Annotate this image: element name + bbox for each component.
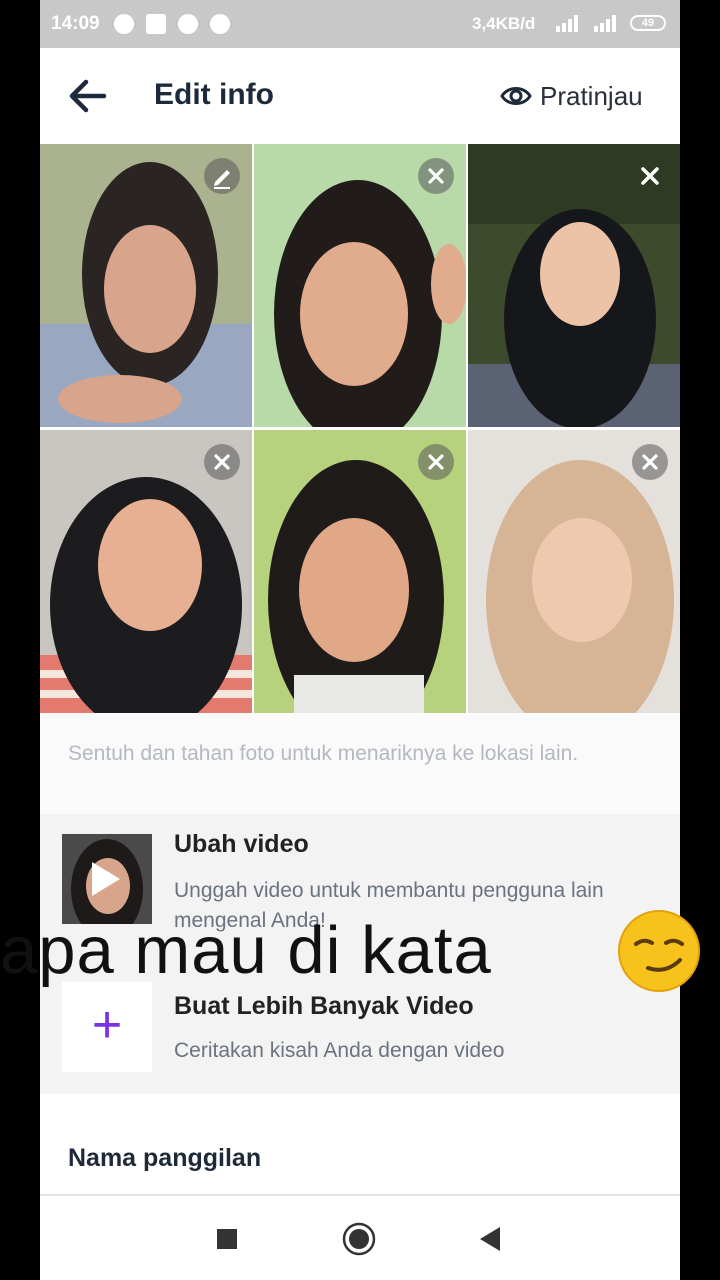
close-icon[interactable]: [204, 444, 240, 480]
eye-icon: [500, 87, 532, 105]
status-time: 14:09: [51, 13, 100, 34]
battery-icon: 49: [630, 15, 666, 31]
photo-tile[interactable]: [254, 144, 466, 427]
home-icon[interactable]: [342, 1222, 376, 1256]
photo-tile[interactable]: [254, 430, 466, 713]
overlay-caption: apa mau di kata: [0, 913, 492, 988]
back-nav-icon[interactable]: [478, 1226, 502, 1252]
video-thumbnail[interactable]: [62, 834, 152, 924]
preview-label: Pratinjau: [540, 80, 643, 111]
signal-icon: [556, 15, 578, 32]
smirking-face-emoji: [618, 910, 700, 992]
photo-tile[interactable]: [40, 144, 252, 427]
add-video-button[interactable]: +: [62, 982, 152, 1072]
more-videos-description: Ceritakan kisah Anda dengan video: [174, 1039, 505, 1062]
close-icon[interactable]: [632, 158, 668, 194]
page-title: Edit info: [154, 78, 274, 111]
chat-icon: [210, 14, 230, 34]
plus-icon: +: [91, 996, 123, 1054]
status-bar: 14:09 3,4KB/d 49: [40, 0, 680, 48]
upload-icon: [146, 14, 166, 34]
close-icon[interactable]: [418, 158, 454, 194]
nickname-label: Nama panggilan: [68, 1144, 262, 1172]
photo-tile[interactable]: [40, 430, 252, 713]
reorder-hint: Sentuh dan tahan foto untuk menariknya k…: [40, 714, 680, 814]
app-screen: 14:09 3,4KB/d 49 Edit info Pratinjau Sen…: [40, 0, 680, 1280]
preview-button[interactable]: Pratinjau: [500, 76, 643, 116]
network-speed: 3,4KB/d: [472, 14, 536, 33]
arrow-left-icon[interactable]: [66, 76, 108, 116]
edit-pencil-icon[interactable]: [204, 158, 240, 194]
photo-tile[interactable]: [468, 430, 680, 713]
photo-grid: [40, 144, 680, 714]
recents-icon[interactable]: [216, 1228, 238, 1250]
view-icon: [178, 14, 198, 34]
system-nav-bar: [40, 1196, 680, 1280]
nickname-row[interactable]: Nama panggilan: [40, 1094, 680, 1194]
message-icon: [114, 14, 134, 34]
app-bar: Edit info Pratinjau: [40, 48, 680, 144]
photo-tile[interactable]: [468, 144, 680, 427]
close-icon[interactable]: [418, 444, 454, 480]
more-videos-title[interactable]: Buat Lebih Banyak Video: [174, 992, 474, 1021]
close-icon[interactable]: [632, 444, 668, 480]
hint-text: Sentuh dan tahan foto untuk menariknya k…: [68, 742, 579, 765]
play-icon: [92, 862, 120, 896]
signal-icon: [594, 15, 616, 32]
change-video-title[interactable]: Ubah video: [174, 830, 309, 859]
